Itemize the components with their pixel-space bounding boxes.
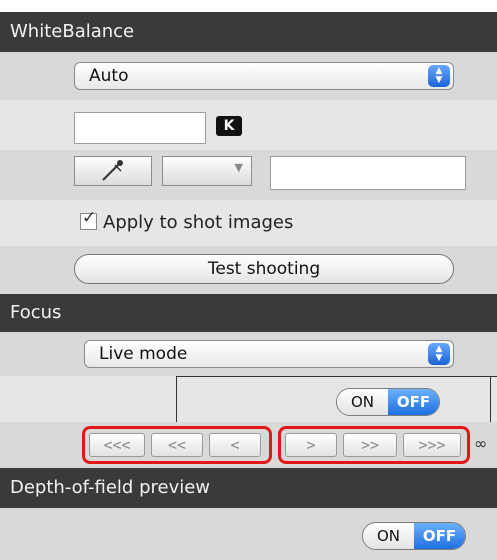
dof-header: Depth-of-field preview	[0, 468, 497, 508]
focus-off-button[interactable]: OFF	[388, 389, 439, 415]
wb-preset-row: Auto ▲ ▼	[0, 52, 497, 100]
test-shooting-button[interactable]: Test shooting	[74, 254, 454, 284]
infinity-icon: ∞	[474, 434, 488, 453]
focus-near-medium-button[interactable]: <<	[151, 433, 203, 457]
wb-mode-dropdown[interactable]: ▼	[162, 156, 252, 186]
focus-near-group: <<< << <	[82, 426, 272, 464]
test-shooting-row: Test shooting	[0, 246, 497, 294]
focus-near-large-button[interactable]: <<<	[89, 433, 145, 457]
eyedropper-button[interactable]	[74, 156, 152, 186]
focus-header: Focus	[0, 294, 497, 332]
focus-far-group: > >> >>>	[278, 426, 470, 464]
focus-nav-row: <<< << < > >> >>> ∞	[0, 422, 497, 468]
updown-arrows-icon: ▲ ▼	[428, 65, 450, 87]
callout-line	[176, 376, 177, 422]
chevron-down-icon: ▼	[234, 161, 243, 174]
focus-onoff-toggle[interactable]: ON OFF	[336, 388, 440, 416]
checkbox-checked-icon	[80, 208, 97, 230]
wb-value-field[interactable]	[270, 156, 466, 190]
focus-toggle-row: ON OFF	[0, 376, 497, 422]
focus-mode-row: Live mode ▲ ▼	[0, 332, 497, 376]
callout-line	[176, 376, 497, 377]
dof-on-button[interactable]: ON	[363, 523, 414, 549]
whitebalance-header: WhiteBalance	[0, 12, 497, 52]
apply-to-shot-images-checkbox[interactable]: Apply to shot images	[80, 208, 294, 233]
camera-settings-panel: WhiteBalance Auto ▲▼ K ▼ Apply to shot i…	[0, 0, 497, 560]
kelvin-unit-label: K	[216, 116, 242, 136]
focus-far-large-button[interactable]: >>>	[403, 433, 461, 457]
eyedropper-icon	[102, 160, 123, 181]
apply-label: Apply to shot images	[103, 212, 294, 233]
dof-onoff-toggle[interactable]: ON OFF	[362, 522, 466, 550]
apply-row: Apply to shot images	[0, 200, 497, 246]
focus-far-small-button[interactable]: >	[285, 433, 337, 457]
dof-off-button[interactable]: OFF	[414, 523, 465, 549]
updown-arrows-icon: ▲ ▼	[428, 343, 450, 365]
wb-kelvin-row: K	[0, 100, 497, 150]
dof-toggle-row: ON OFF	[0, 508, 497, 560]
focus-on-button[interactable]: ON	[337, 389, 388, 415]
focus-far-medium-button[interactable]: >>	[343, 433, 397, 457]
focus-mode-select[interactable]: Live mode ▲ ▼	[84, 340, 454, 368]
wb-tools-row: ▼	[0, 150, 497, 200]
wb-preset-select[interactable]: Auto ▲ ▼	[74, 62, 454, 90]
focus-mode-value: Live mode	[99, 344, 188, 364]
wb-preset-value: Auto	[89, 66, 129, 86]
focus-near-small-button[interactable]: <	[209, 433, 261, 457]
kelvin-input[interactable]	[74, 112, 206, 144]
